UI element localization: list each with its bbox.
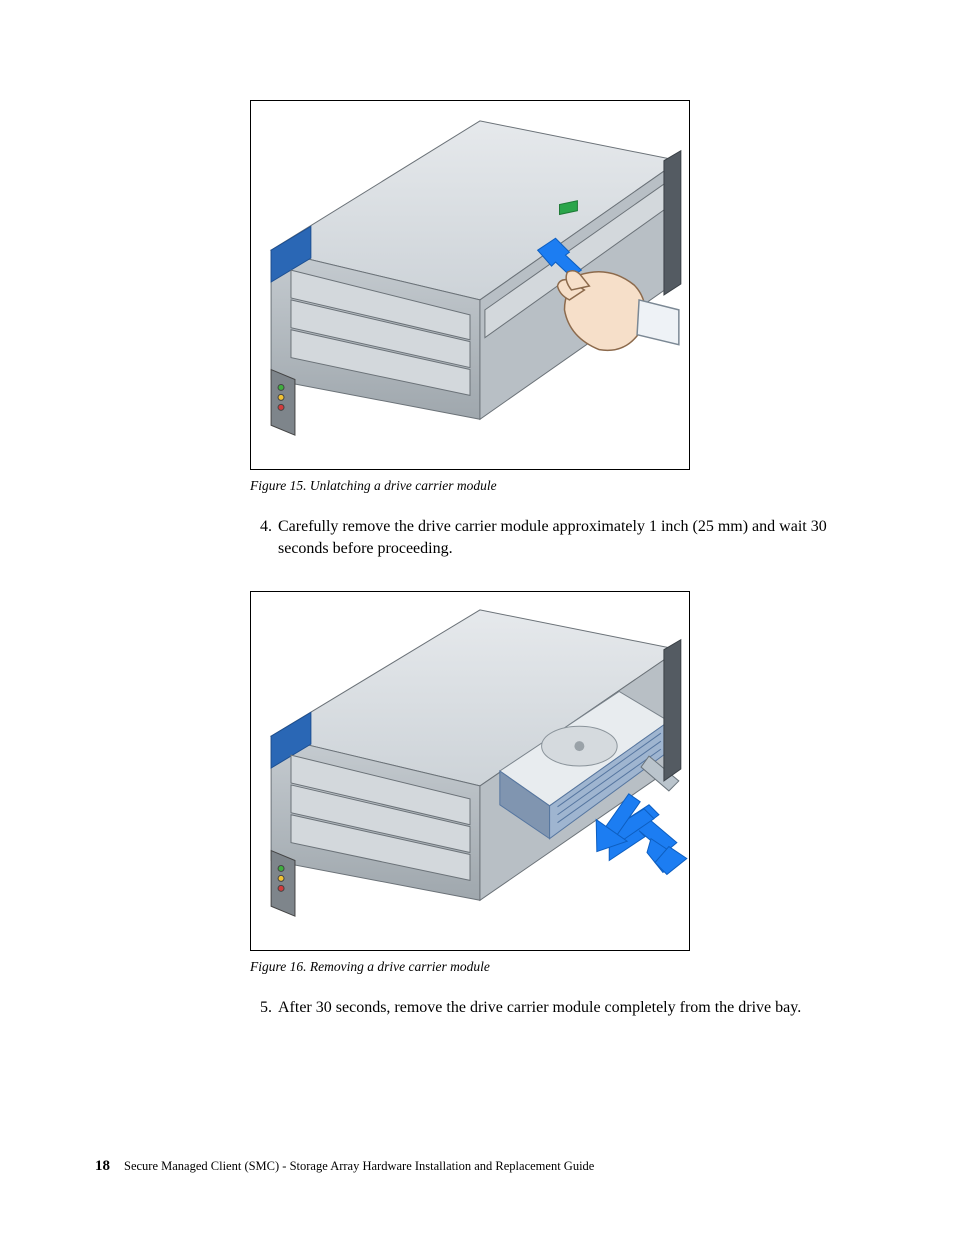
step-4-text: Carefully remove the drive carrier modul… — [278, 516, 870, 559]
page-footer: 18 Secure Managed Client (SMC) - Storage… — [95, 1158, 594, 1175]
footer-title: Secure Managed Client (SMC) - Storage Ar… — [124, 1159, 594, 1174]
figure-15-caption: Figure 15. Unlatching a drive carrier mo… — [250, 478, 870, 494]
step-5-text: After 30 seconds, remove the drive carri… — [278, 997, 870, 1019]
figure-15 — [250, 100, 690, 470]
figure-16-caption: Figure 16. Removing a drive carrier modu… — [250, 959, 870, 975]
figure-16-illustration — [251, 592, 689, 950]
content-column: Figure 15. Unlatching a drive carrier mo… — [250, 100, 870, 1019]
step-4: 4. Carefully remove the drive carrier mo… — [250, 516, 870, 559]
document-page: Figure 15. Unlatching a drive carrier mo… — [0, 0, 954, 1235]
step-4-number: 4. — [250, 516, 278, 559]
page-number: 18 — [95, 1158, 110, 1175]
step-5-number: 5. — [250, 997, 278, 1019]
figure-15-illustration — [251, 101, 689, 469]
step-5: 5. After 30 seconds, remove the drive ca… — [250, 997, 870, 1019]
figure-16 — [250, 591, 690, 951]
